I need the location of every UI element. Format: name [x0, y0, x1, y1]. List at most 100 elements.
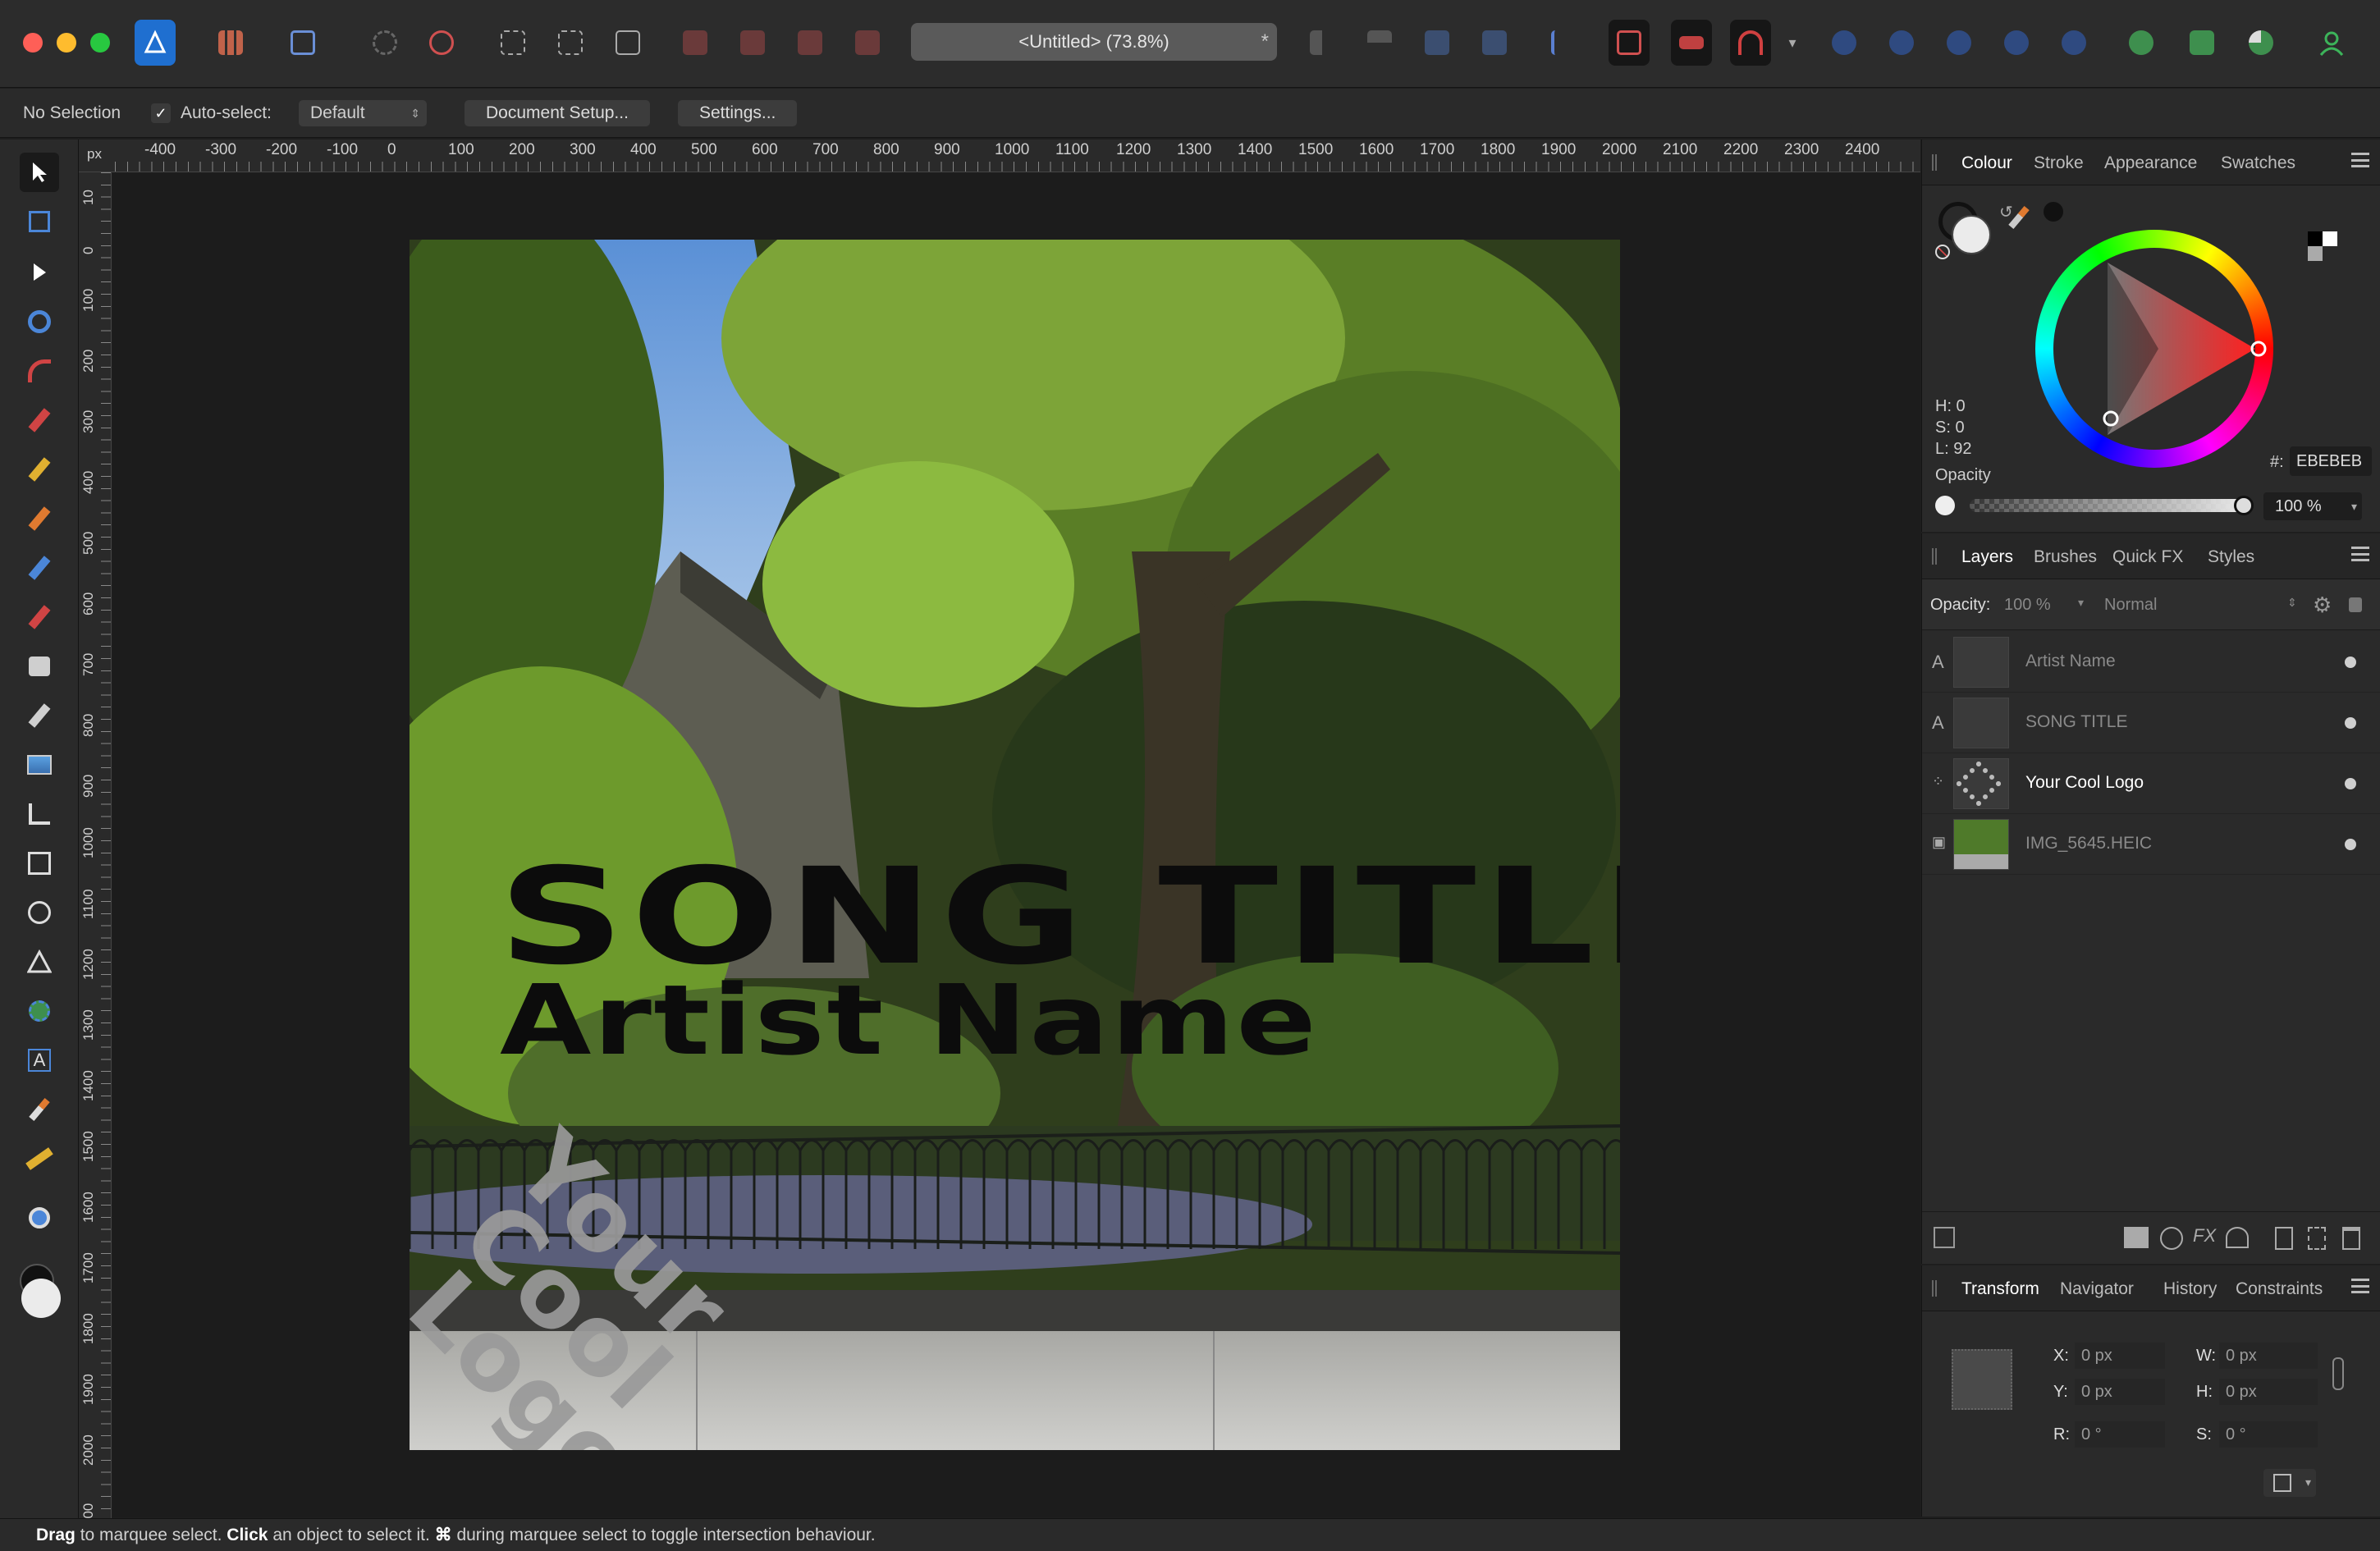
layer-row-song-title[interactable]: A SONG TITLE: [1922, 693, 2380, 753]
layer-row-artist-name[interactable]: A Artist Name: [1922, 632, 2380, 693]
view-mode-icon[interactable]: [364, 20, 405, 66]
minimize-window-button[interactable]: [57, 33, 76, 53]
transform-origin-button[interactable]: ▾: [2263, 1469, 2316, 1497]
ellipse-tool-icon[interactable]: [20, 893, 59, 932]
snapping-settings-icon[interactable]: [421, 20, 462, 66]
arrange-backward-icon[interactable]: [732, 20, 773, 66]
place-image-tool-icon[interactable]: [20, 745, 59, 785]
colour-wheel[interactable]: [2035, 230, 2273, 468]
settings-button[interactable]: Settings...: [678, 100, 798, 126]
tab-swatches[interactable]: Swatches: [2221, 153, 2295, 173]
tab-history[interactable]: History: [2163, 1279, 2217, 1299]
tab-colour[interactable]: Colour: [1961, 153, 2012, 173]
eyedropper-tool-icon[interactable]: [20, 1090, 59, 1129]
vector-brush-tool-icon[interactable]: [20, 499, 59, 538]
panel-menu-icon[interactable]: [2351, 153, 2369, 167]
fill-tool-icon[interactable]: [20, 647, 59, 686]
tab-brushes[interactable]: Brushes: [2034, 547, 2097, 567]
add-layer-icon[interactable]: [2275, 1227, 2293, 1250]
panel-grip-icon[interactable]: [1932, 1280, 1937, 1297]
gear-icon[interactable]: ⚙: [2313, 592, 2332, 618]
pen-tool-icon[interactable]: [20, 400, 59, 440]
layer-row-your-cool-logo[interactable]: ⁘ Your Cool Logo: [1922, 753, 2380, 814]
panel-grip-icon[interactable]: [1932, 548, 1937, 565]
insert-inside-icon[interactable]: [2121, 20, 2162, 66]
paint-brush-tool-icon[interactable]: [20, 548, 59, 588]
pixel-persona-icon[interactable]: [210, 20, 251, 66]
adjustment-icon[interactable]: [2160, 1227, 2183, 1250]
tab-quick-fx[interactable]: Quick FX: [2112, 547, 2183, 567]
boolean-add-icon[interactable]: [1824, 20, 1865, 66]
lock-aspect-icon[interactable]: [2332, 1357, 2344, 1390]
layer-visibility-icon[interactable]: [2345, 778, 2356, 789]
insert-front-icon[interactable]: [2240, 20, 2282, 66]
user-account-icon[interactable]: [2311, 20, 2352, 66]
pencil-tool-icon[interactable]: [20, 450, 59, 489]
insert-behind-icon[interactable]: [2181, 20, 2222, 66]
transparency-tool-icon[interactable]: [20, 696, 59, 735]
your-cool-logo[interactable]: Your Cool Logo: [410, 1109, 836, 1450]
point-transform-tool-icon[interactable]: [20, 302, 59, 341]
no-fill-icon[interactable]: [1935, 245, 1950, 259]
height-input[interactable]: 0 px: [2219, 1379, 2318, 1405]
panel-menu-icon[interactable]: [2351, 547, 2369, 561]
arrange-forward-icon[interactable]: [790, 20, 831, 66]
tab-appearance[interactable]: Appearance: [2104, 153, 2197, 173]
anchor-selector[interactable]: [1952, 1349, 2012, 1410]
layer-visibility-icon[interactable]: [2345, 717, 2356, 729]
flip-vertical-icon[interactable]: [1359, 20, 1400, 66]
boolean-divide-icon[interactable]: [2053, 20, 2094, 66]
select-bounds-icon[interactable]: [607, 20, 648, 66]
tab-transform[interactable]: Transform: [1961, 1279, 2039, 1299]
mask-icon[interactable]: [2124, 1227, 2149, 1248]
snap-grid-icon[interactable]: [1609, 20, 1650, 66]
layer-visibility-icon[interactable]: [2345, 839, 2356, 850]
tab-navigator[interactable]: Navigator: [2060, 1279, 2134, 1299]
chevron-down-icon[interactable]: ▾: [2078, 596, 2084, 610]
shear-input[interactable]: 0 °: [2219, 1421, 2318, 1448]
arrange-front-icon[interactable]: [847, 20, 888, 66]
x-input[interactable]: 0 px: [2075, 1343, 2165, 1369]
panel-menu-icon[interactable]: [2351, 1279, 2369, 1293]
vertical-ruler[interactable]: 10 0 100 200 300 400 500 600 700 800 900 1000 1100 12…: [79, 172, 112, 1518]
y-input[interactable]: 0 px: [2075, 1379, 2165, 1405]
tab-styles[interactable]: Styles: [2208, 547, 2254, 567]
triangle-tool-icon[interactable]: [20, 942, 59, 981]
arrange-back-icon[interactable]: [675, 20, 716, 66]
opacity-slider[interactable]: [1970, 496, 2254, 515]
rotate-right-icon[interactable]: [1474, 20, 1515, 66]
close-window-button[interactable]: [23, 33, 43, 53]
fx-icon[interactable]: FX: [2193, 1225, 2216, 1247]
artist-name-text[interactable]: Artist Name: [500, 972, 1318, 1068]
rectangle-tool-icon[interactable]: [20, 844, 59, 883]
delete-layer-icon[interactable]: [2342, 1227, 2360, 1250]
swap-colors-icon[interactable]: ↺: [1999, 202, 2013, 222]
horizontal-ruler[interactable]: px -400 -300 -200 -100 0 100 200 300 400 500 600 70…: [79, 140, 1920, 172]
move-tool-icon[interactable]: [20, 153, 59, 192]
measure-tool-icon[interactable]: [20, 1139, 59, 1178]
align-icon[interactable]: [1543, 20, 1584, 66]
tab-constraints[interactable]: Constraints: [2236, 1279, 2323, 1299]
canvas[interactable]: SONG TITLE Artist Name Your Cool Logo: [112, 173, 1920, 1517]
boolean-intersect-icon[interactable]: [1938, 20, 1980, 66]
rotation-input[interactable]: 0 °: [2075, 1421, 2165, 1448]
layer-row-img-5645[interactable]: ▣ IMG_5645.HEIC: [1922, 814, 2380, 875]
snapping-magnet-icon[interactable]: [1730, 20, 1771, 66]
artboard[interactable]: SONG TITLE Artist Name Your Cool Logo: [410, 240, 1620, 1450]
snap-bounds-icon[interactable]: [1671, 20, 1712, 66]
opacity-input[interactable]: 100 % ▾: [2263, 492, 2362, 520]
auto-select-checkbox[interactable]: ✓: [151, 103, 171, 123]
zoom-tool-icon[interactable]: [20, 1198, 59, 1238]
pixel-alignment-icon[interactable]: [550, 20, 591, 66]
live-filter-icon[interactable]: [2226, 1227, 2249, 1248]
opacity-slider-thumb[interactable]: [2234, 496, 2254, 515]
pixel-brush-tool-icon[interactable]: [20, 597, 59, 637]
flip-horizontal-icon[interactable]: [1302, 20, 1343, 66]
boolean-xor-icon[interactable]: [1996, 20, 2037, 66]
zoom-window-button[interactable]: [90, 33, 110, 53]
rotate-left-icon[interactable]: [1417, 20, 1458, 66]
export-persona-icon[interactable]: [282, 20, 323, 66]
boolean-subtract-icon[interactable]: [1881, 20, 1922, 66]
tab-layers[interactable]: Layers: [1961, 547, 2013, 567]
add-pixel-layer-icon[interactable]: [2308, 1227, 2326, 1250]
